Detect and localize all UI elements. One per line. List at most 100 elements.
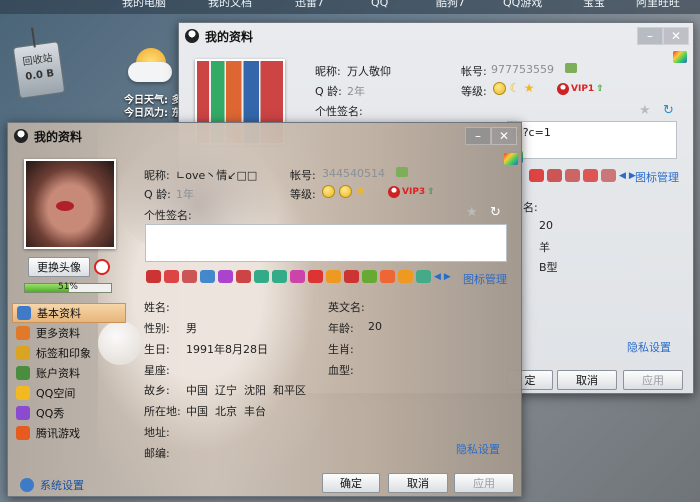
name-label: 名:	[523, 201, 538, 214]
star-level-icon: ★	[523, 81, 535, 95]
account-icon	[16, 366, 30, 380]
star-icon[interactable]: ★	[466, 205, 482, 221]
system-settings-link[interactable]: 系统设置	[16, 475, 130, 495]
service-icon[interactable]	[290, 270, 305, 283]
service-icon[interactable]	[398, 270, 413, 283]
service-icon[interactable]	[547, 169, 562, 182]
sidebar-item-tags[interactable]: 标签和印象	[12, 343, 126, 363]
qqshow-icon	[16, 406, 30, 420]
privacy-settings-link[interactable]: 隐私设置	[456, 441, 500, 457]
service-icon[interactable]	[164, 270, 179, 283]
service-icon[interactable]	[218, 270, 233, 283]
vip-badge[interactable]: VIP3 ⇧	[388, 186, 435, 198]
prev-icon[interactable]: ◀	[619, 171, 626, 181]
service-icon[interactable]	[344, 270, 359, 283]
sidebar-item-account[interactable]: 账户资料	[12, 363, 126, 383]
qq-penguin-icon	[14, 129, 28, 143]
desktop-label-qq[interactable]: QQ	[371, 0, 388, 9]
service-icon[interactable]	[146, 270, 161, 283]
avatar[interactable]	[24, 159, 116, 249]
qq-penguin-icon	[185, 29, 199, 43]
sun-level-icon	[322, 184, 335, 198]
level-label: 等级:	[290, 188, 316, 201]
sidebar-item-more-info[interactable]: 更多资料	[12, 323, 126, 343]
sidebar-item-games[interactable]: 腾讯游戏	[12, 423, 126, 443]
vip-badge[interactable]: VIP1 ⇧	[557, 83, 604, 95]
edit-account-icon[interactable]	[396, 167, 408, 177]
cancel-button[interactable]: 取消	[557, 370, 617, 390]
service-icon[interactable]	[308, 270, 323, 283]
recycle-bin-widget[interactable]: 回收站 0.0 B	[12, 27, 66, 99]
star-level-icon: ★	[355, 184, 366, 198]
apply-button[interactable]: 应用	[623, 370, 683, 390]
qage-value: 1年	[176, 188, 194, 201]
close-button[interactable]: ✕	[491, 127, 517, 145]
refresh-icon[interactable]: ↻	[490, 205, 506, 221]
icon-manage-link[interactable]: 图标管理	[463, 271, 507, 287]
service-icon[interactable]	[182, 270, 197, 283]
service-icon[interactable]	[529, 169, 544, 182]
service-icon[interactable]	[200, 270, 215, 283]
minimize-button[interactable]: –	[637, 27, 663, 45]
desktop-label-qqgame[interactable]: QQ游戏	[503, 0, 542, 9]
skin-icon[interactable]	[504, 153, 518, 165]
zodiac-value: 羊	[539, 241, 550, 254]
service-icon[interactable]	[326, 270, 341, 283]
prev-icon[interactable]: ◀	[434, 272, 441, 282]
desktop-label-kugou[interactable]: 酷狗7	[436, 0, 465, 9]
sun-level-icon	[338, 184, 352, 198]
titlebar[interactable]: 我的资料	[179, 23, 693, 49]
desktop-label-thunder[interactable]: 迅雷7	[295, 0, 324, 9]
recycle-bin-label: 回收站	[22, 53, 54, 69]
window-title: 我的资料	[34, 129, 83, 144]
blood-label: 血型:	[328, 364, 354, 377]
magnifier-icon[interactable]	[94, 259, 110, 275]
service-icon[interactable]	[272, 270, 287, 283]
service-icon[interactable]	[416, 270, 431, 283]
desktop-label-documents[interactable]: 我的文档	[208, 0, 252, 9]
profile-window-front: 我的资料 – ✕ 更换头像 51% 基本资料 更多资料 标签和印象 账户资料 Q…	[7, 122, 522, 497]
birthday-label: 生日:	[144, 343, 170, 356]
cancel-button[interactable]: 取消	[388, 473, 448, 493]
change-avatar-button[interactable]: 更换头像	[28, 257, 90, 277]
minimize-button[interactable]: –	[465, 127, 491, 145]
desktop-label-computer[interactable]: 我的电脑	[122, 0, 166, 9]
desktop-label-aliwangwang[interactable]: 阿里旺旺	[636, 0, 680, 9]
level-up-icon: ⇧	[427, 187, 435, 197]
account-value: 344540514	[322, 167, 385, 180]
close-button[interactable]: ✕	[663, 27, 689, 45]
service-icon[interactable]	[583, 169, 598, 182]
zipcode-label: 邮编:	[144, 447, 170, 460]
nickname-value: ∟ove丶情↙□□	[176, 169, 258, 182]
service-icon[interactable]	[380, 270, 395, 283]
sidebar-item-qzone[interactable]: QQ空间	[12, 383, 126, 403]
level-label: 等级:	[461, 85, 487, 98]
profile-card-icon	[17, 306, 31, 320]
icon-manage-link[interactable]: 图标管理	[635, 169, 679, 185]
gender-label: 性别:	[144, 322, 170, 335]
signature-input[interactable]: m?c=1	[507, 121, 677, 159]
titlebar[interactable]: 我的资料	[8, 123, 521, 149]
sidebar-item-basic-info[interactable]: 基本资料	[12, 303, 126, 323]
service-icon[interactable]	[236, 270, 251, 283]
service-icon[interactable]	[362, 270, 377, 283]
service-icon[interactable]	[601, 169, 616, 182]
nickname-label: 昵称:	[315, 65, 341, 78]
desktop-label-baobao[interactable]: 宝宝	[583, 0, 605, 9]
apply-button[interactable]: 应用	[454, 473, 514, 493]
signature-input[interactable]	[145, 224, 507, 262]
service-icon[interactable]	[254, 270, 269, 283]
sun-level-icon	[493, 81, 506, 95]
next-icon[interactable]: ▶	[444, 272, 451, 282]
star-icon[interactable]: ★	[639, 103, 655, 119]
sidebar-item-qqshow[interactable]: QQ秀	[12, 403, 126, 423]
hometown-value: 中国 辽宁 沈阳 和平区	[186, 384, 306, 397]
skin-icon[interactable]	[673, 51, 687, 63]
ok-button[interactable]: 确定	[322, 473, 380, 493]
window-title: 我的资料	[205, 29, 254, 44]
refresh-icon[interactable]: ↻	[663, 103, 679, 119]
signature-label: 个性签名:	[144, 209, 192, 222]
service-icon[interactable]	[565, 169, 580, 182]
edit-account-icon[interactable]	[565, 63, 577, 73]
privacy-settings-link[interactable]: 隐私设置	[627, 339, 671, 355]
